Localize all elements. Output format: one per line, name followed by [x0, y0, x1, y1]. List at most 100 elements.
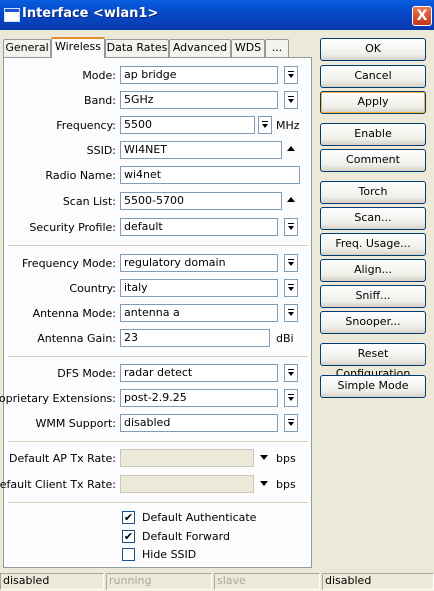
wmm-support-select[interactable]: disabled: [120, 414, 278, 432]
proprietary-extensions-dropdown-icon[interactable]: [284, 389, 298, 407]
scan-list-label: Scan List:: [62, 195, 116, 208]
tab-general[interactable]: General: [3, 39, 51, 57]
scan-list-row: Scan List: 5500-5700: [4, 192, 313, 212]
security-profile-dropdown-icon[interactable]: [284, 218, 298, 236]
frequency-mode-label: Frequency Mode:: [22, 257, 116, 270]
ok-button[interactable]: OK: [320, 38, 426, 61]
close-button[interactable]: X: [412, 6, 432, 26]
country-dropdown-icon[interactable]: [284, 279, 298, 297]
security-profile-row: Security Profile: default: [4, 218, 313, 238]
ssid-collapse-icon[interactable]: [287, 146, 295, 151]
country-row: Country: italy: [4, 279, 313, 299]
enable-button[interactable]: Enable: [320, 123, 426, 146]
default-forward-checkbox[interactable]: ✔: [122, 530, 135, 543]
window-titlebar: Interface <wlan1> X: [0, 0, 434, 30]
reset-configuration-button[interactable]: Reset Configuration: [320, 343, 426, 380]
tab-advanced[interactable]: Advanced: [169, 39, 231, 57]
frequency-dropdown-icon[interactable]: [258, 116, 272, 134]
default-ap-tx-rate-row: Default AP Tx Rate: bps: [4, 449, 313, 469]
hide-ssid-label: Hide SSID: [142, 548, 197, 561]
band-select[interactable]: 5GHz: [120, 91, 278, 109]
frequency-unit: MHz: [276, 119, 300, 132]
comment-button[interactable]: Comment: [320, 149, 426, 172]
default-client-tx-rate-unit: bps: [276, 478, 296, 491]
sniff-button[interactable]: Sniff...: [320, 285, 426, 308]
frequency-row: Frequency: 5500 MHz: [4, 116, 313, 136]
default-forward-label: Default Forward: [142, 530, 230, 543]
antenna-mode-dropdown-icon[interactable]: [284, 304, 298, 322]
status-state: disabled: [322, 573, 434, 590]
wmm-support-label: WMM Support:: [35, 417, 116, 430]
tab-more[interactable]: ...: [265, 39, 289, 57]
dfs-mode-dropdown-icon[interactable]: [284, 364, 298, 382]
status-slave: slave: [214, 573, 320, 590]
wireless-panel: Mode: ap bridge Band: 5GHz Frequency: 55…: [0, 57, 313, 568]
freq-usage-button[interactable]: Freq. Usage...: [320, 233, 426, 256]
ssid-input[interactable]: WI4NET: [120, 141, 282, 159]
country-select[interactable]: italy: [120, 279, 278, 297]
default-ap-tx-rate-label: Default AP Tx Rate:: [9, 452, 116, 465]
frequency-mode-row: Frequency Mode: regulatory domain: [4, 254, 313, 274]
frequency-mode-dropdown-icon[interactable]: [284, 254, 298, 272]
section-divider: [8, 356, 308, 358]
cancel-button[interactable]: Cancel: [320, 65, 426, 88]
scan-list-collapse-icon[interactable]: [287, 197, 295, 202]
default-client-tx-rate-label: Default Client Tx Rate:: [0, 478, 116, 491]
section-divider: [8, 502, 308, 504]
default-ap-tx-rate-unit: bps: [276, 452, 296, 465]
default-client-tx-rate-input[interactable]: [120, 475, 254, 493]
wmm-support-row: WMM Support: disabled: [4, 414, 313, 434]
status-enabled: disabled: [0, 573, 104, 590]
status-bar: disabled running slave disabled: [0, 571, 434, 591]
default-ap-tx-rate-expand-icon[interactable]: [260, 455, 268, 460]
band-row: Band: 5GHz: [4, 91, 313, 111]
frequency-select[interactable]: 5500: [120, 116, 255, 134]
antenna-gain-input[interactable]: 23: [120, 329, 270, 347]
antenna-gain-label: Antenna Gain:: [37, 332, 116, 345]
band-label: Band:: [84, 94, 116, 107]
antenna-mode-label: Antenna Mode:: [32, 307, 116, 320]
mode-select[interactable]: ap bridge: [120, 66, 278, 84]
scan-list-input[interactable]: 5500-5700: [120, 192, 282, 210]
frequency-mode-select[interactable]: regulatory domain: [120, 254, 278, 272]
mode-row: Mode: ap bridge: [4, 66, 313, 86]
default-ap-tx-rate-input[interactable]: [120, 449, 254, 467]
default-client-tx-rate-row: Default Client Tx Rate: bps: [0, 475, 313, 495]
scan-button[interactable]: Scan...: [320, 207, 426, 230]
antenna-mode-row: Antenna Mode: antenna a: [4, 304, 313, 324]
dfs-mode-row: DFS Mode: radar detect: [4, 364, 313, 384]
align-button[interactable]: Align...: [320, 259, 426, 282]
radio-name-input[interactable]: wi4net: [120, 166, 300, 184]
dfs-mode-select[interactable]: radar detect: [120, 364, 278, 382]
hide-ssid-checkbox[interactable]: [122, 548, 135, 561]
dfs-mode-label: DFS Mode:: [57, 367, 116, 380]
tab-data-rates[interactable]: Data Rates: [105, 39, 169, 57]
apply-button[interactable]: Apply: [320, 91, 426, 114]
proprietary-extensions-row: Proprietary Extensions: post-2.9.25: [0, 389, 313, 409]
torch-button[interactable]: Torch: [320, 181, 426, 204]
proprietary-extensions-label: Proprietary Extensions:: [0, 392, 116, 405]
mode-label: Mode:: [82, 69, 116, 82]
default-authenticate-label: Default Authenticate: [142, 511, 257, 524]
default-authenticate-checkbox[interactable]: ✔: [122, 511, 135, 524]
antenna-gain-unit: dBi: [276, 332, 294, 345]
security-profile-select[interactable]: default: [120, 218, 278, 236]
tab-wds[interactable]: WDS: [231, 39, 265, 57]
window-title: Interface <wlan1>: [22, 6, 159, 21]
country-label: Country:: [69, 282, 116, 295]
proprietary-extensions-select[interactable]: post-2.9.25: [120, 389, 278, 407]
default-client-tx-rate-expand-icon[interactable]: [260, 481, 268, 486]
snooper-button[interactable]: Snooper...: [320, 311, 426, 334]
simple-mode-button[interactable]: Simple Mode: [320, 375, 426, 398]
band-dropdown-icon[interactable]: [284, 91, 298, 109]
security-profile-label: Security Profile:: [29, 221, 116, 234]
antenna-mode-select[interactable]: antenna a: [120, 304, 278, 322]
antenna-gain-row: Antenna Gain: 23 dBi: [4, 329, 313, 349]
wmm-support-dropdown-icon[interactable]: [284, 414, 298, 432]
mode-dropdown-icon[interactable]: [284, 66, 298, 84]
radio-name-label: Radio Name:: [45, 169, 116, 182]
tab-wireless[interactable]: Wireless: [51, 37, 105, 58]
ssid-label: SSID:: [86, 144, 116, 157]
radio-name-row: Radio Name: wi4net: [4, 166, 313, 186]
section-divider: [8, 441, 308, 443]
